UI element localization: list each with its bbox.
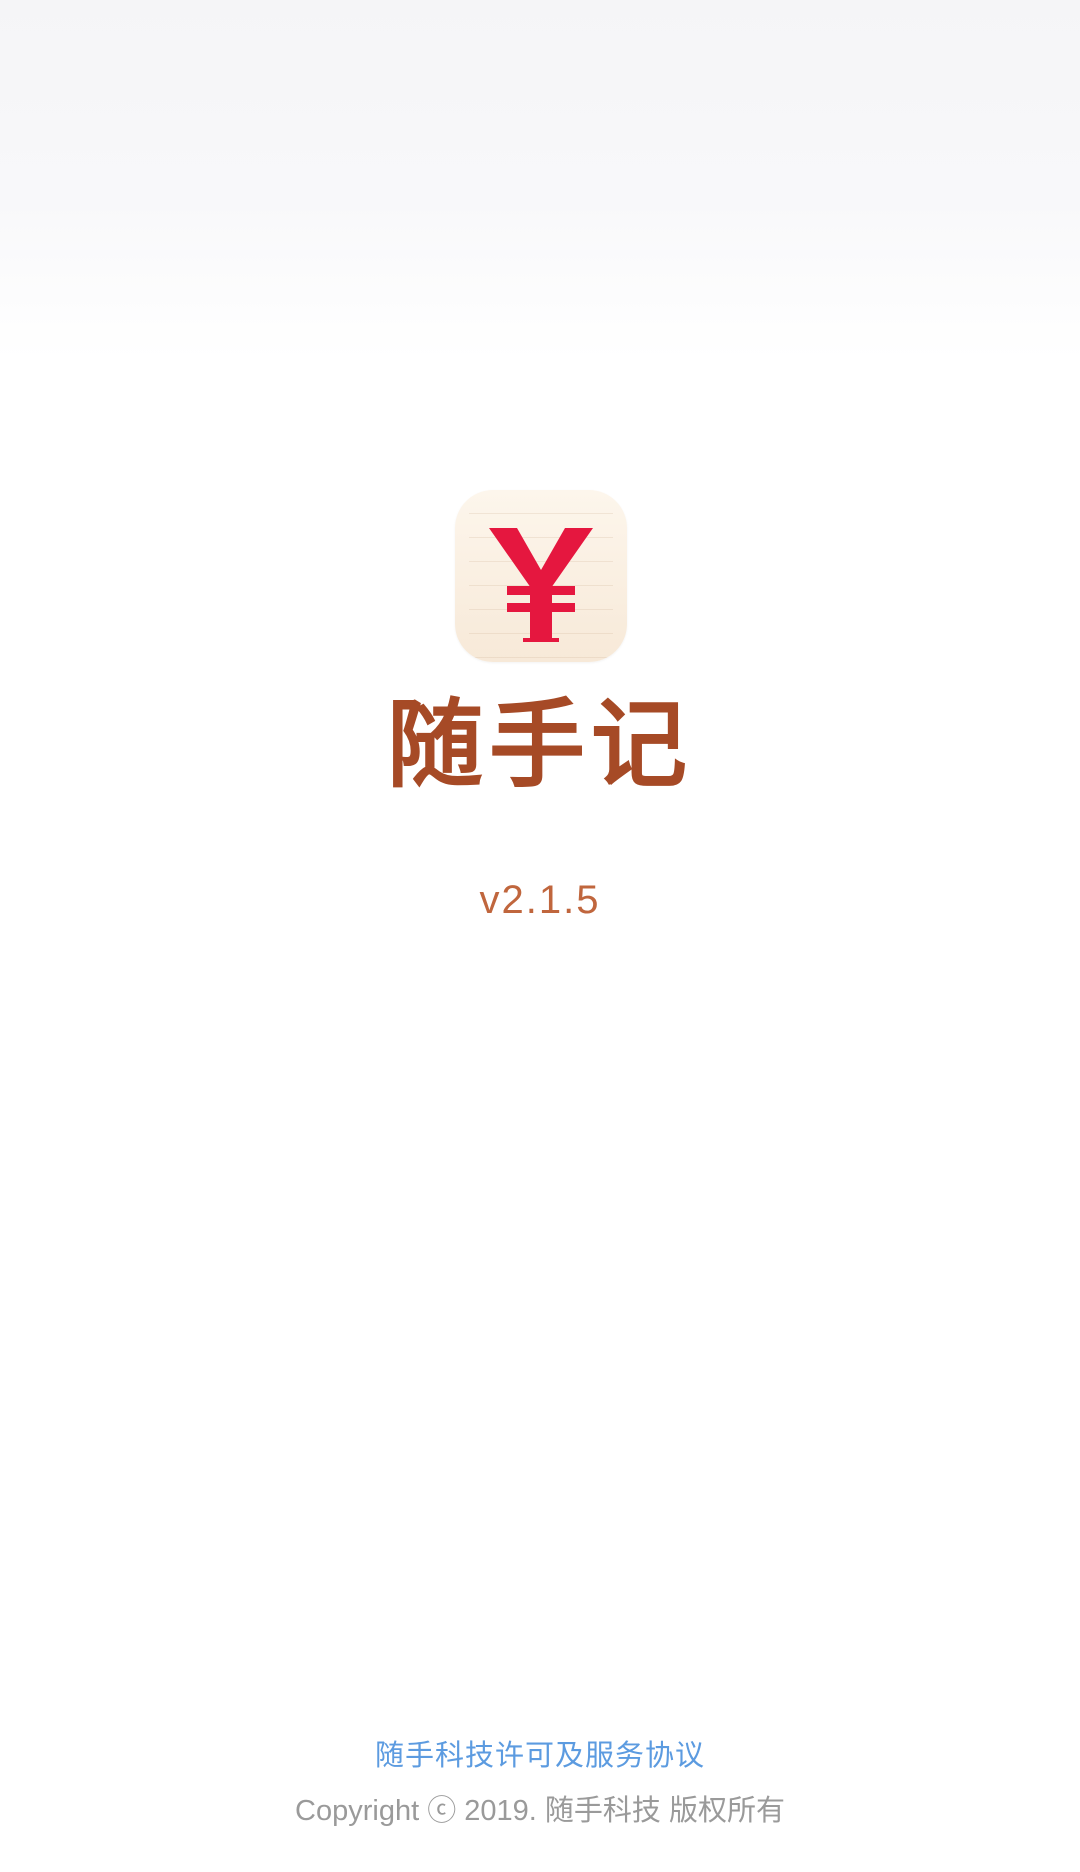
top-fade-background — [0, 0, 1080, 360]
license-agreement-link[interactable]: 随手科技许可及服务协议 — [0, 1732, 1080, 1774]
yen-icon — [489, 528, 593, 642]
app-logo — [455, 490, 627, 662]
version-label: v2.1.5 — [479, 878, 601, 922]
app-name: 随手记 — [387, 688, 693, 801]
copyright-text: Copyright ⓒ 2019. 随手科技 版权所有 — [295, 1795, 785, 1827]
